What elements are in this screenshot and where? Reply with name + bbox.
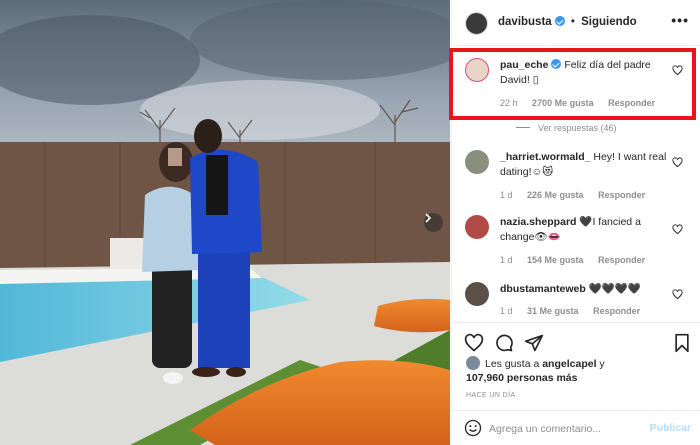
- comment-emoji: ☺😻: [531, 166, 554, 178]
- comment-time[interactable]: 1 d: [500, 306, 513, 316]
- comment-likes[interactable]: 2700 Me gusta: [532, 98, 594, 108]
- heart-icon[interactable]: [672, 65, 683, 76]
- post-photo[interactable]: [0, 0, 450, 445]
- comment-icon[interactable]: [494, 333, 514, 353]
- reply-button[interactable]: Responder: [608, 98, 655, 108]
- post-timestamp[interactable]: HACE UN DÍA: [466, 392, 516, 399]
- verified-badge-icon: [554, 16, 565, 26]
- comment-time[interactable]: 22 h: [500, 98, 518, 108]
- following-button[interactable]: Siguiendo: [581, 16, 637, 28]
- comment-input[interactable]: [489, 420, 639, 438]
- comment-time[interactable]: 1 d: [500, 190, 513, 200]
- author-avatar[interactable]: [465, 12, 488, 35]
- comment-likes[interactable]: 31 Me gusta: [527, 306, 579, 316]
- photo-scene: [0, 0, 450, 445]
- comment-likes[interactable]: 154 Me gusta: [527, 255, 584, 265]
- comment-text: nazia.sheppard 🖤I fancied a change👁👄: [500, 215, 670, 245]
- commenter-username[interactable]: dbustamanteweb: [500, 283, 586, 295]
- share-icon[interactable]: [524, 333, 544, 353]
- likes-prefix: Les gusta a: [485, 358, 543, 370]
- smiley-icon[interactable]: [464, 419, 482, 437]
- commenter-avatar[interactable]: [465, 150, 489, 174]
- likes-count[interactable]: 107,960 personas más: [466, 372, 578, 384]
- comment-meta: 1 d 31 Me gusta Responder: [500, 306, 652, 316]
- comment-emoji: 👁👄: [534, 231, 561, 243]
- heart-icon[interactable]: [464, 333, 484, 353]
- likes-summary: Les gusta a angelcapel y 107,960 persona…: [466, 356, 605, 385]
- heart-icon[interactable]: [672, 289, 683, 300]
- view-replies-link[interactable]: Ver respuestas (46): [516, 123, 617, 133]
- post-actions: [452, 322, 700, 360]
- comment-meta: 22 h 2700 Me gusta Responder: [500, 98, 667, 108]
- verified-badge-icon: [551, 59, 562, 69]
- commenter-avatar[interactable]: [465, 215, 489, 239]
- comment-meta: 1 d 226 Me gusta Responder: [500, 190, 657, 200]
- more-options-icon[interactable]: •••: [671, 12, 689, 28]
- liker-username[interactable]: angelcapel: [542, 358, 596, 370]
- commenter-username[interactable]: nazia.sheppard: [500, 216, 576, 228]
- comment-text: pau_eche Feliz día del padre David! ▯: [500, 58, 670, 88]
- reply-button[interactable]: Responder: [598, 190, 645, 200]
- chevron-right-icon: [425, 213, 432, 223]
- heart-icon[interactable]: [672, 224, 683, 235]
- comment-likes[interactable]: 226 Me gusta: [527, 190, 584, 200]
- bookmark-icon[interactable]: [672, 333, 692, 353]
- add-comment-bar: Publicar: [452, 410, 700, 445]
- comment-time[interactable]: 1 d: [500, 255, 513, 265]
- separator-dot: •: [570, 16, 575, 28]
- heart-icon[interactable]: [672, 157, 683, 168]
- commenter-username[interactable]: pau_eche: [500, 59, 548, 71]
- liker-avatar[interactable]: [466, 356, 480, 370]
- comment-text: _harriet.wormald_ Hey! I want real datin…: [500, 150, 670, 180]
- comment-text: dbustamanteweb 🖤🖤🖤🖤: [500, 282, 670, 297]
- comment-meta: 1 d 154 Me gusta Responder: [500, 255, 657, 265]
- post-header: davibusta • Siguiendo •••: [452, 0, 700, 46]
- likes-suffix: y: [596, 358, 605, 370]
- publish-button[interactable]: Publicar: [650, 422, 691, 434]
- commenter-avatar[interactable]: [465, 58, 489, 82]
- author-line: davibusta • Siguiendo: [498, 16, 637, 28]
- comment-emoji: ▯: [532, 74, 539, 86]
- commenter-avatar[interactable]: [465, 282, 489, 306]
- author-username[interactable]: davibusta: [498, 16, 552, 28]
- reply-button[interactable]: Responder: [598, 255, 645, 265]
- comment-emoji: 🖤🖤🖤🖤: [588, 283, 641, 295]
- commenter-username[interactable]: _harriet.wormald_: [500, 151, 590, 163]
- reply-button[interactable]: Responder: [593, 306, 640, 316]
- next-photo-button[interactable]: [424, 213, 443, 232]
- post-sidebar: davibusta • Siguiendo ••• pau_eche Feliz…: [451, 0, 700, 445]
- comment-prefix-emoji: 🖤: [579, 216, 593, 228]
